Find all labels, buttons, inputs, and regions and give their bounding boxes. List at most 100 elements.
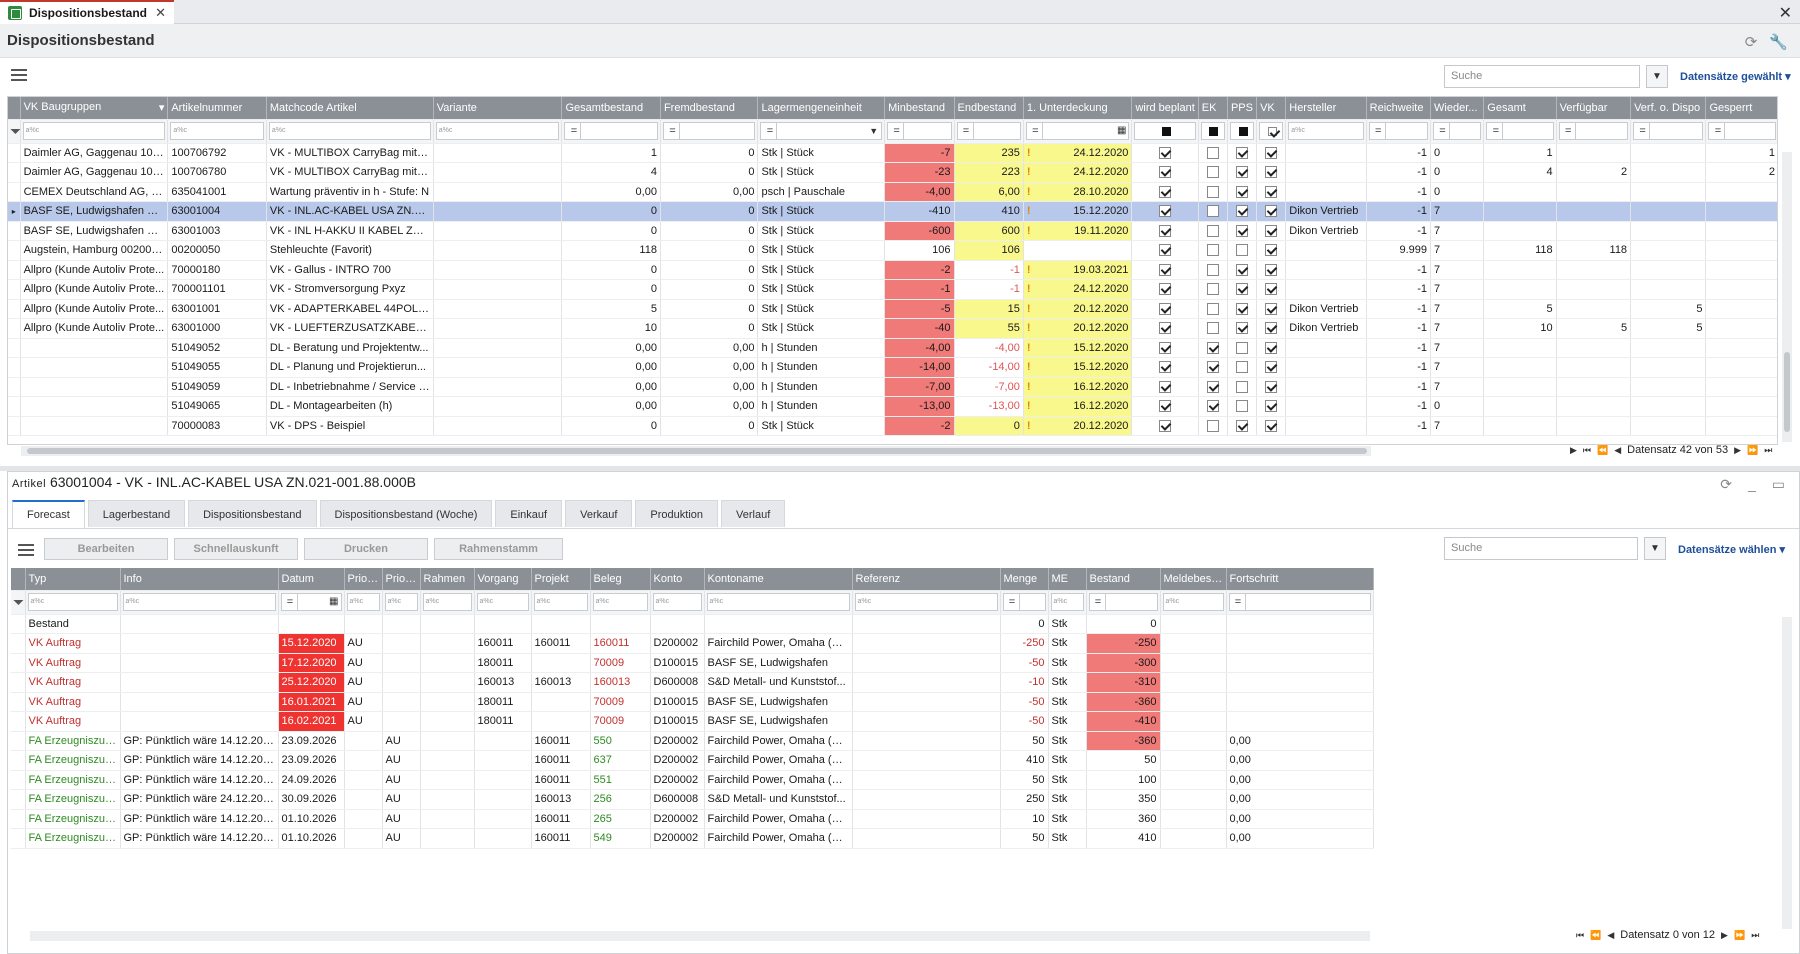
filter-cell[interactable]: a%c <box>852 590 1001 615</box>
lower-search-input[interactable]: Suche <box>1444 537 1638 560</box>
checkbox-cell[interactable] <box>1131 416 1199 436</box>
checkbox[interactable] <box>1159 224 1172 237</box>
wrench-icon[interactable]: 🔧 <box>1769 33 1788 51</box>
filter-funnel-icon[interactable]: ⏷ <box>8 119 21 144</box>
filter-cell[interactable]: a%c <box>167 119 267 144</box>
checkbox[interactable] <box>1236 224 1249 237</box>
dropdown-icon[interactable]: ▼ <box>869 123 878 139</box>
filter-cell[interactable] <box>1227 119 1258 144</box>
filter-cell[interactable]: = <box>1705 119 1777 144</box>
drucken-button[interactable]: Drucken <box>304 538 428 560</box>
checkbox[interactable] <box>1206 224 1219 237</box>
column-header[interactable]: Fortschritt <box>1226 568 1374 591</box>
checkbox[interactable] <box>1206 322 1219 335</box>
checkbox-cell[interactable] <box>1198 416 1228 436</box>
checkbox[interactable] <box>1265 341 1278 354</box>
top-horizontal-scrollbar[interactable] <box>21 446 1371 456</box>
filter-cell[interactable]: = <box>884 119 955 144</box>
checkbox[interactable] <box>1206 244 1219 257</box>
filter-cell[interactable]: = <box>1366 119 1432 144</box>
checkbox[interactable] <box>1236 205 1249 218</box>
filter-cell[interactable] <box>1131 119 1199 144</box>
checkbox[interactable] <box>1236 322 1249 335</box>
filter-cell[interactable]: a%c <box>650 590 705 615</box>
filter-cell[interactable]: = <box>1630 119 1707 144</box>
filter-cell[interactable]: a%c <box>433 119 563 144</box>
column-header[interactable]: Fremdbestand <box>660 97 759 120</box>
checkbox[interactable] <box>1236 361 1249 374</box>
checkbox-cell[interactable] <box>1131 162 1199 183</box>
checkbox[interactable] <box>1236 244 1249 257</box>
checkbox[interactable] <box>1206 419 1219 432</box>
table-row[interactable]: Daimler AG, Gaggenau 100... 100706792 VK -… <box>8 143 1777 163</box>
column-header[interactable]: Beleg <box>590 568 651 591</box>
column-header[interactable]: Rahmen <box>420 568 475 591</box>
lower-pager-next-page-icon[interactable]: ⏩ <box>1734 930 1745 941</box>
filter-cell[interactable]: = <box>1483 119 1557 144</box>
filter-cell[interactable]: a%c <box>1160 590 1227 615</box>
table-row[interactable]: VK Auftrag 25.12.2020 AU 160013 160013 160013… <box>11 672 1397 693</box>
table-row[interactable]: VK Auftrag 16.01.2021 AU 180011 70009 D100015… <box>11 692 1397 712</box>
checkbox-cell[interactable] <box>1198 260 1228 280</box>
checkbox[interactable] <box>1206 400 1219 413</box>
checkbox-cell[interactable] <box>1198 396 1228 417</box>
checkbox-cell[interactable] <box>1198 279 1228 300</box>
checkbox[interactable] <box>1236 166 1249 179</box>
checkbox[interactable] <box>1265 205 1278 218</box>
pager-prev-page-icon[interactable]: ⏮ <box>1583 445 1591 456</box>
checkbox-cell[interactable] <box>1198 338 1228 358</box>
checkbox[interactable] <box>1159 322 1172 335</box>
column-header[interactable]: Lagermengeneinheit <box>757 97 886 120</box>
checkbox-cell[interactable] <box>1227 162 1258 183</box>
checkbox-cell[interactable] <box>1227 182 1258 202</box>
table-row[interactable]: Allpro (Kunde Autoliv Prote... 70000180 VK… <box>8 260 1777 280</box>
checkbox[interactable] <box>1236 302 1249 315</box>
checkbox[interactable] <box>1236 283 1249 296</box>
maximize-icon[interactable]: ▭ <box>1772 476 1785 493</box>
checkbox-cell[interactable] <box>1227 416 1258 436</box>
column-header[interactable]: PPS <box>1227 97 1258 120</box>
checkbox[interactable] <box>1159 380 1172 393</box>
checkbox-cell[interactable] <box>1198 162 1228 183</box>
checkbox[interactable] <box>1236 263 1249 276</box>
filter-cell[interactable]: a%c <box>382 590 421 615</box>
checkbox[interactable] <box>1206 361 1219 374</box>
column-header[interactable]: Vorgang <box>474 568 532 591</box>
filter-cell[interactable]: = <box>954 119 1024 144</box>
checkbox[interactable] <box>1236 419 1249 432</box>
column-header[interactable]: Endbestand <box>954 97 1024 120</box>
checkbox-cell[interactable] <box>1256 182 1287 202</box>
column-header[interactable]: Datum <box>278 568 345 591</box>
lower-pager-next-icon[interactable]: ▶ <box>1721 930 1728 941</box>
pager-first-icon[interactable]: ▶ <box>1570 445 1577 456</box>
column-header[interactable]: EK <box>1198 97 1228 120</box>
pager-back-icon[interactable]: ◀ <box>1614 445 1621 456</box>
lower-vertical-scrollbar[interactable] <box>1782 617 1792 929</box>
checkbox[interactable] <box>1265 419 1278 432</box>
checkbox[interactable] <box>1159 244 1172 257</box>
checkbox-cell[interactable] <box>1198 221 1228 241</box>
checkbox-cell[interactable] <box>1198 357 1228 378</box>
column-header[interactable]: Bestand <box>1086 568 1161 591</box>
column-header[interactable]: ME <box>1048 568 1087 591</box>
filter-cell[interactable]: = ▦ <box>1023 119 1133 144</box>
document-tab[interactable]: Dispositionsbestand ✕ <box>0 0 174 24</box>
checkbox[interactable] <box>1206 185 1219 198</box>
checkbox[interactable] <box>1265 244 1278 257</box>
checkbox-cell[interactable] <box>1256 279 1287 300</box>
table-row[interactable]: 51049065 DL - Montagearbeiten (h) 0,00 0,00… <box>8 396 1777 417</box>
checkbox-cell[interactable] <box>1227 357 1258 378</box>
column-header[interactable]: Info <box>120 568 279 591</box>
column-header[interactable]: Verf. o. Dispo <box>1630 97 1707 120</box>
table-row[interactable]: 51049059 DL - Inbetriebnahme / Service (.… <box>8 377 1777 397</box>
tab-einkauf[interactable]: Einkauf <box>495 500 563 527</box>
pager-last-icon[interactable]: ⏭ <box>1764 445 1772 456</box>
tab-dispositionsbestand[interactable]: Dispositionsbestand <box>188 500 317 527</box>
tab-verkauf[interactable]: Verkauf <box>565 500 633 527</box>
checkbox-cell[interactable] <box>1256 416 1287 436</box>
checkbox-cell[interactable] <box>1198 240 1228 261</box>
filter-cell[interactable]: a%c <box>1285 119 1367 144</box>
table-row[interactable]: 51049052 DL - Beratung und Projektentw...… <box>8 338 1777 358</box>
column-header[interactable]: Konto <box>650 568 705 591</box>
table-row[interactable]: Daimler AG, Gaggenau 100... 100706780 VK -… <box>8 162 1777 183</box>
